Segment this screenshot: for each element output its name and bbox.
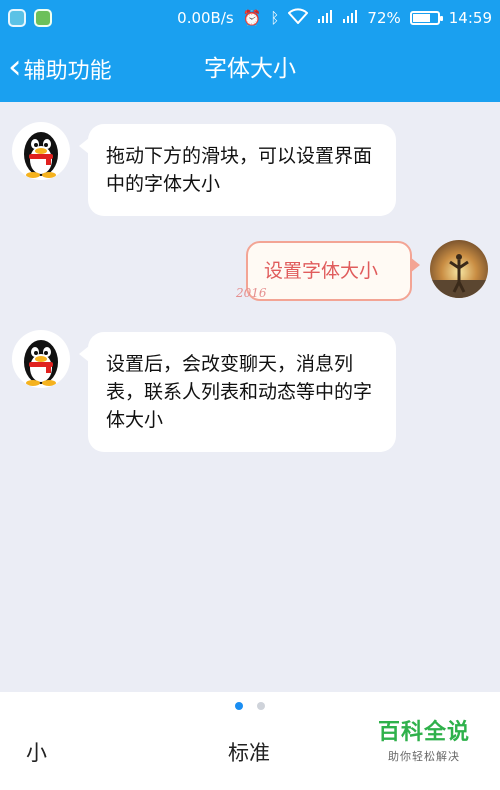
battery-level bbox=[412, 14, 431, 22]
qq-penguin-avatar bbox=[12, 330, 70, 388]
font-size-small-option[interactable]: 小 bbox=[26, 737, 47, 767]
signal-icon bbox=[317, 8, 333, 28]
page-title: 字体大小 bbox=[204, 56, 296, 82]
watermark-title: 百科全说 bbox=[377, 720, 470, 745]
page-indicator bbox=[0, 702, 500, 710]
battery-icon bbox=[409, 11, 443, 25]
network-speed: 0.00B/s bbox=[177, 9, 234, 27]
bluetooth-icon: ᛒ bbox=[270, 9, 280, 27]
message-text: 设置字体大小 bbox=[264, 260, 379, 282]
message-bubble-right: 设置字体大小 bbox=[246, 241, 420, 301]
message-bubble-left: 拖动下方的滑块，可以设置界面中的字体大小 bbox=[79, 124, 396, 216]
user-avatar bbox=[430, 240, 488, 298]
bubble-decoration: 2016 bbox=[236, 286, 267, 300]
watermark-subtitle: 助你轻松解决 bbox=[387, 750, 460, 763]
status-indicators: 0.00B/s ⏰ ᛒ 72% 14:59 bbox=[177, 8, 492, 28]
font-size-standard-option[interactable]: 标准 bbox=[228, 737, 270, 767]
wifi-icon bbox=[288, 8, 309, 28]
battery-percent: 72% bbox=[367, 9, 401, 27]
navigation-bar: ‹ 辅助功能 字体大小 bbox=[0, 36, 500, 102]
chat-preview: 拖动下方的滑块，可以设置界面中的字体大小 设置字体大小 2016 设置后，会改变… bbox=[0, 102, 500, 692]
alarm-icon: ⏰ bbox=[242, 9, 262, 27]
page-dot bbox=[257, 702, 265, 710]
watermark: 百科全说 助你轻松解决 bbox=[378, 714, 470, 764]
qq-penguin-avatar bbox=[12, 122, 70, 180]
app-notification-icon bbox=[34, 9, 52, 27]
notification-icons bbox=[8, 9, 52, 27]
signal-icon bbox=[342, 8, 358, 28]
status-bar: 0.00B/s ⏰ ᛒ 72% 14:59 bbox=[0, 0, 500, 36]
clock: 14:59 bbox=[448, 9, 492, 27]
app-notification-icon bbox=[8, 9, 26, 27]
font-size-selector: 小 标准 百科全说 助你轻松解决 bbox=[0, 692, 500, 790]
message-text: 拖动下方的滑块，可以设置界面中的字体大小 bbox=[106, 145, 373, 195]
message-bubble-left: 设置后，会改变聊天，消息列表，联系人列表和动态等中的字体大小 bbox=[79, 332, 396, 452]
page-dot-active bbox=[235, 702, 243, 710]
message-text: 设置后，会改变聊天，消息列表，联系人列表和动态等中的字体大小 bbox=[106, 353, 373, 431]
